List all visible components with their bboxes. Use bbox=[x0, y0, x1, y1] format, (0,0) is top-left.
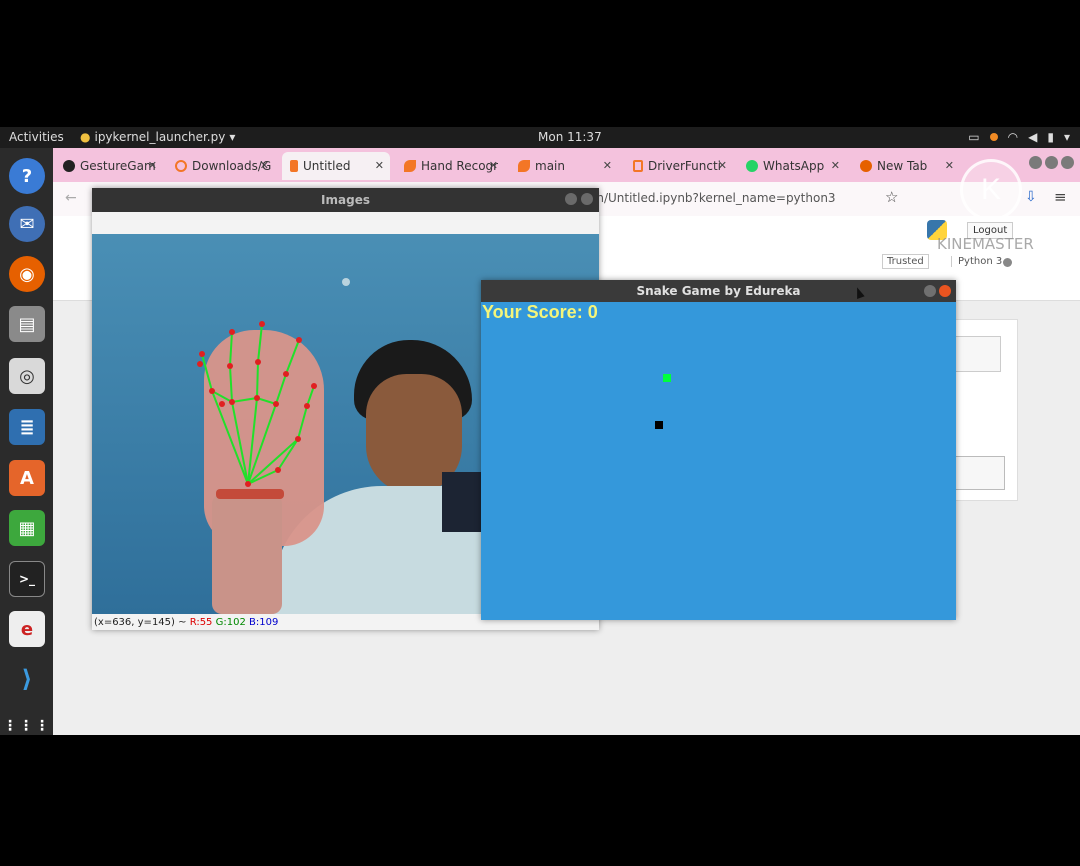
kernel-status-icon bbox=[1003, 258, 1012, 267]
status-red: R:55 bbox=[189, 617, 213, 628]
hourglass-icon bbox=[290, 160, 298, 172]
terminal-icon[interactable]: >_ bbox=[9, 561, 45, 597]
clock[interactable]: Mon 11:37 bbox=[538, 130, 602, 144]
close-icon[interactable]: ✕ bbox=[489, 159, 498, 172]
tab-hand-recognition[interactable]: Hand Recogr ✕ bbox=[396, 152, 504, 180]
close-icon[interactable]: ✕ bbox=[831, 159, 840, 172]
thunderbird-icon[interactable]: ✉ bbox=[9, 206, 45, 242]
tab-label: DriverFuncti bbox=[648, 159, 722, 173]
download-icon[interactable]: ⇩ bbox=[1025, 189, 1037, 205]
menu-icon[interactable]: ≡ bbox=[1054, 188, 1067, 206]
status-blue: B:109 bbox=[249, 617, 279, 628]
food-block bbox=[663, 374, 671, 382]
close-icon[interactable]: ✕ bbox=[260, 159, 269, 172]
snake-window-titlebar[interactable]: Snake Game by Edureka bbox=[481, 280, 956, 302]
close-icon[interactable] bbox=[1061, 156, 1074, 169]
firefox-icon bbox=[860, 160, 872, 172]
images-window-titlebar[interactable]: Images bbox=[92, 188, 599, 212]
window-title: Images bbox=[321, 193, 370, 207]
trusted-badge[interactable]: Trusted bbox=[882, 254, 929, 269]
minimize-icon[interactable] bbox=[1029, 156, 1042, 169]
window-title: Snake Game by Edureka bbox=[636, 284, 801, 298]
top-panel: Activities ● ipykernel_launcher.py ▾ Mon… bbox=[0, 127, 1080, 148]
kinemaster-watermark: KINEMASTER bbox=[937, 235, 1034, 253]
tab-driverfunction[interactable]: DriverFuncti ✕ bbox=[625, 152, 733, 180]
minimize-icon[interactable] bbox=[924, 285, 936, 297]
volume-icon: ◀ bbox=[1028, 130, 1038, 144]
star-icon[interactable]: ☆ bbox=[885, 188, 898, 206]
dock: ? ✉ ◉ ▤ ◎ ≣ A ▦ >_ e ⟩ ⋮⋮⋮ bbox=[0, 148, 53, 735]
chevron-down-icon: ▾ bbox=[229, 130, 236, 144]
firefox-icon[interactable]: ◉ bbox=[9, 256, 45, 292]
close-icon[interactable] bbox=[581, 193, 593, 205]
file-icon bbox=[633, 160, 643, 172]
system-tray[interactable]: ▭ ◠ ◀ ▮ ▾ bbox=[968, 130, 1070, 144]
score-label: Your Score: 0 bbox=[482, 302, 598, 322]
tab-gesturegame[interactable]: GestureGam ✕ bbox=[55, 152, 163, 180]
jupyter-icon bbox=[175, 160, 187, 172]
close-icon[interactable]: ✕ bbox=[718, 159, 727, 172]
tab-new-tab[interactable]: New Tab ✕ bbox=[852, 152, 960, 180]
browser-tab-bar: GestureGam ✕ Downloads/G ✕ Untitled ✕ Ha… bbox=[53, 148, 1080, 182]
screen-icon: ▭ bbox=[968, 130, 980, 144]
browser-window-controls bbox=[1029, 156, 1074, 169]
desktop-screen: Activities ● ipykernel_launcher.py ▾ Mon… bbox=[0, 127, 1080, 735]
jupyter-icon bbox=[404, 160, 416, 172]
close-icon[interactable]: ✕ bbox=[603, 159, 612, 172]
notification-icon bbox=[989, 133, 998, 141]
software-center-icon[interactable]: A bbox=[9, 460, 45, 496]
tab-untitled[interactable]: Untitled ✕ bbox=[282, 152, 390, 180]
tab-main[interactable]: main ✕ bbox=[510, 152, 618, 180]
tab-label: Untitled bbox=[303, 159, 351, 173]
wifi-icon: ◠ bbox=[1007, 130, 1019, 144]
close-icon[interactable]: ✕ bbox=[945, 159, 954, 172]
chevron-down-icon: ▾ bbox=[1063, 130, 1070, 144]
maximize-icon[interactable] bbox=[1045, 156, 1058, 169]
vscode-icon[interactable]: ⟩ bbox=[9, 661, 45, 697]
back-icon[interactable]: ← bbox=[65, 190, 77, 206]
pixel-status-bar: (x=636, y=145) ~ R:55 G:102 B:109 bbox=[94, 617, 278, 628]
python-icon: ● bbox=[80, 130, 91, 144]
snake-game-window: Snake Game by Edureka Your Score: 0 bbox=[481, 280, 956, 620]
activities-button[interactable]: Activities bbox=[9, 130, 64, 144]
kernel-name[interactable]: Python 3 bbox=[951, 256, 1002, 267]
tab-label: Hand Recogr bbox=[421, 159, 499, 173]
jupyter-icon bbox=[518, 160, 530, 172]
close-icon[interactable]: ✕ bbox=[375, 159, 384, 172]
github-icon bbox=[63, 160, 75, 172]
status-green: G:102 bbox=[215, 617, 246, 628]
tab-label: WhatsApp bbox=[763, 159, 825, 173]
app-grid-icon[interactable]: ⋮⋮⋮ bbox=[3, 708, 49, 735]
whatsapp-icon bbox=[746, 160, 758, 172]
calc-icon[interactable]: ▦ bbox=[9, 510, 45, 546]
close-icon[interactable] bbox=[939, 285, 951, 297]
kinemaster-logo-icon: K bbox=[960, 159, 1022, 221]
tab-downloads[interactable]: Downloads/G ✕ bbox=[167, 152, 275, 180]
app-name-label: ipykernel_launcher.py bbox=[94, 130, 226, 144]
status-coords: (x=636, y=145) ~ bbox=[94, 617, 187, 628]
tab-label: New Tab bbox=[877, 159, 928, 173]
url-bar[interactable]: in/Untitled.ipynb?kernel_name=python3 bbox=[593, 188, 913, 210]
tab-label: main bbox=[535, 159, 565, 173]
wrist-band bbox=[216, 489, 284, 499]
pdf-reader-icon[interactable]: e bbox=[9, 611, 45, 647]
rhythmbox-icon[interactable]: ◎ bbox=[9, 358, 45, 394]
battery-icon: ▮ bbox=[1047, 130, 1054, 144]
tab-label: GestureGam bbox=[80, 159, 156, 173]
close-icon[interactable]: ✕ bbox=[148, 159, 157, 172]
snake-head bbox=[655, 421, 663, 429]
files-icon[interactable]: ▤ bbox=[9, 306, 45, 342]
writer-icon[interactable]: ≣ bbox=[9, 409, 45, 445]
help-icon[interactable]: ? bbox=[9, 158, 45, 194]
minimize-icon[interactable] bbox=[565, 193, 577, 205]
app-menu[interactable]: ● ipykernel_launcher.py ▾ bbox=[80, 130, 235, 144]
tab-whatsapp[interactable]: WhatsApp ✕ bbox=[738, 152, 846, 180]
